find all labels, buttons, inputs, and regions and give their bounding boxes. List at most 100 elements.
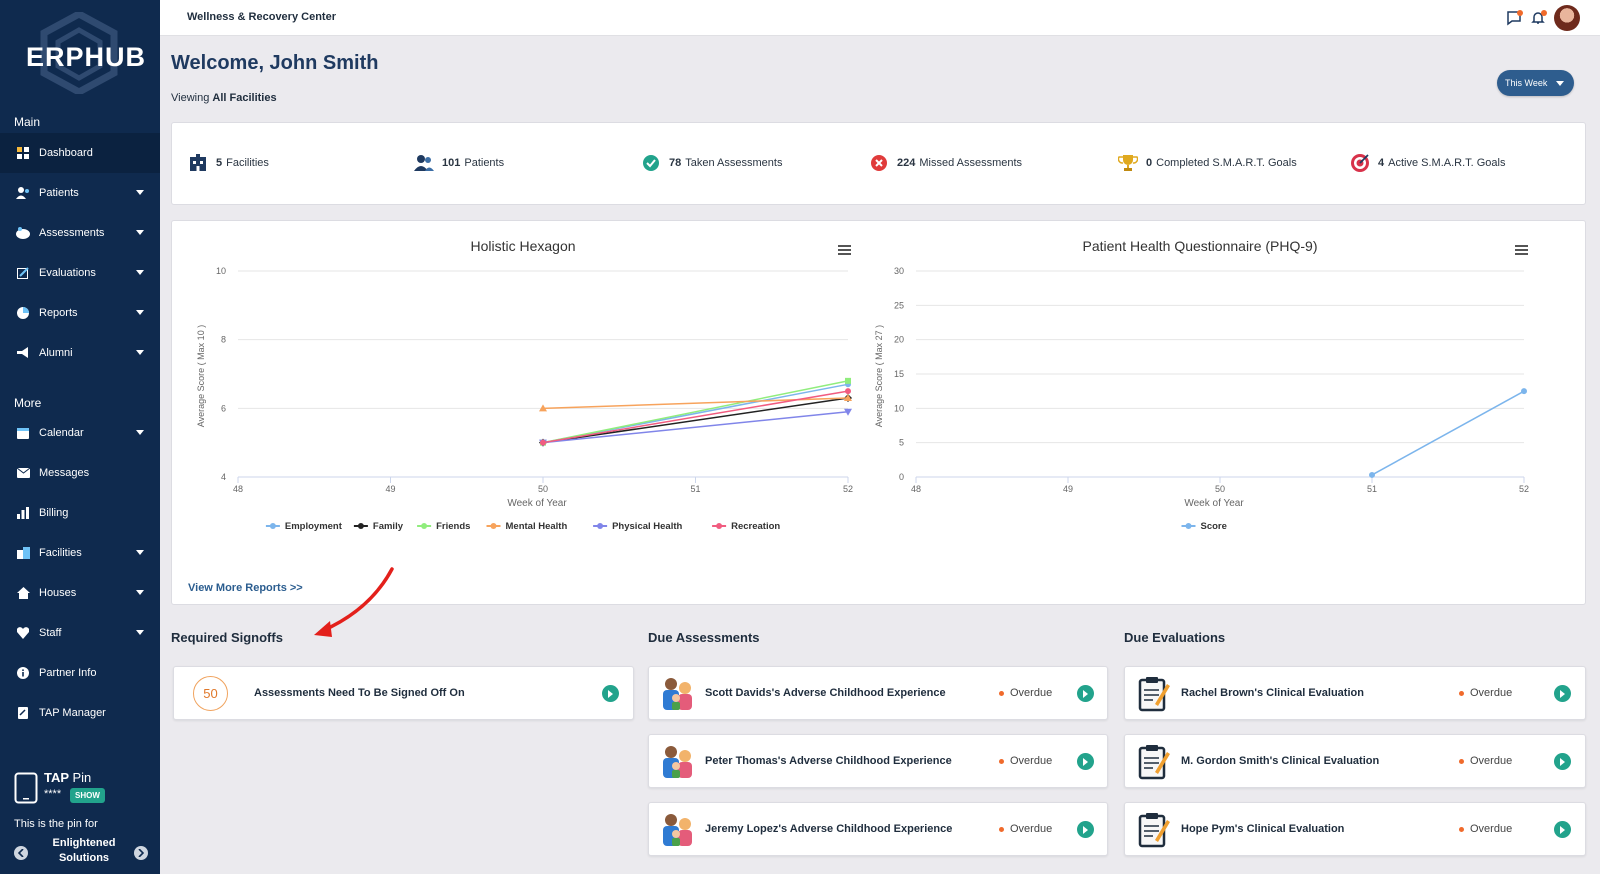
due-assessment-card[interactable]: Scott Davids's Adverse Childhood Experie… bbox=[648, 666, 1108, 720]
due-evaluation-card[interactable]: Hope Pym's Clinical Evaluation Overdue bbox=[1124, 802, 1586, 856]
stat-value: 101 bbox=[442, 157, 461, 169]
due-evaluation-card[interactable]: Rachel Brown's Clinical Evaluation Overd… bbox=[1124, 666, 1586, 720]
legend-marker bbox=[269, 523, 276, 529]
sidebar-item-calendar[interactable]: Calendar bbox=[0, 413, 160, 453]
due-assessment-card[interactable]: Peter Thomas's Adverse Childhood Experie… bbox=[648, 734, 1108, 788]
sidebar-item-houses[interactable]: Houses bbox=[0, 573, 160, 613]
annotation-arrow-icon bbox=[314, 567, 394, 637]
logo[interactable]: ERPHUB bbox=[22, 12, 145, 94]
stats-bar: 5 Facilities 101 Patients 78 Taken Assessme… bbox=[171, 122, 1586, 205]
sidebar: ERPHUB Main More Dashboard Patients Asse… bbox=[0, 0, 160, 874]
y-tick-label: 20 bbox=[894, 335, 904, 345]
chart-menu-icon-bar bbox=[1515, 245, 1528, 247]
due-evaluation-card[interactable]: M. Gordon Smith's Clinical Evaluation Ov… bbox=[1124, 734, 1586, 788]
x-tick-label: 51 bbox=[690, 484, 700, 494]
chart-menu-icon-bar bbox=[1515, 249, 1528, 251]
legend-marker bbox=[421, 523, 428, 529]
data-point bbox=[1369, 471, 1375, 478]
sidebar-item-billing[interactable]: Billing bbox=[0, 493, 160, 533]
arrow-right-icon[interactable] bbox=[1077, 821, 1094, 838]
due-assessment-text: Scott Davids's Adverse Childhood Experie… bbox=[705, 687, 946, 699]
stat-value: 224 bbox=[897, 157, 916, 169]
stat-value: 4 bbox=[1378, 157, 1385, 169]
sidebar-item-dashboard[interactable]: Dashboard bbox=[0, 133, 160, 173]
arrow-right-icon[interactable] bbox=[1554, 685, 1571, 702]
family-icon bbox=[663, 814, 692, 846]
check-circle-icon bbox=[641, 153, 661, 173]
y-tick-label: 10 bbox=[894, 403, 904, 413]
page-title: Welcome, John Smith bbox=[171, 52, 379, 74]
stat-label: Taken Assessments bbox=[685, 157, 783, 169]
view-more-reports-link[interactable]: View More Reports >> bbox=[188, 582, 303, 594]
target-icon bbox=[1350, 153, 1370, 173]
sidebar-item-reports[interactable]: Reports bbox=[0, 293, 160, 333]
sidebar-item-label: Assessments bbox=[39, 227, 105, 239]
chat-icon[interactable] bbox=[1506, 10, 1523, 26]
y-tick-label: 6 bbox=[221, 403, 226, 413]
sidebar-item-label: Dashboard bbox=[39, 147, 93, 159]
y-tick-label: 10 bbox=[216, 266, 226, 276]
sidebar-item-patients[interactable]: Patients bbox=[0, 173, 160, 213]
arrow-right-icon[interactable] bbox=[1077, 685, 1094, 702]
viewing-value[interactable]: All Facilities bbox=[212, 92, 276, 104]
chevron-down-icon bbox=[136, 590, 144, 595]
sidebar-item-label: Alumni bbox=[39, 347, 73, 359]
date-range-label: This Week bbox=[1505, 78, 1548, 88]
due-evaluation-text: Hope Pym's Clinical Evaluation bbox=[1181, 823, 1345, 835]
tap-title-text: TAP bbox=[44, 770, 69, 785]
chart-title: Patient Health Questionnaire (PHQ-9) bbox=[1083, 238, 1318, 254]
sidebar-item-facilities[interactable]: Facilities bbox=[0, 533, 160, 573]
y-axis-label: Average Score ( Max 27 ) bbox=[874, 325, 884, 427]
sidebar-item-alumni[interactable]: Alumni bbox=[0, 333, 160, 373]
tap-pin-word: Pin bbox=[72, 770, 92, 785]
legend-marker bbox=[716, 523, 723, 529]
sidebar-item-label: Billing bbox=[39, 507, 69, 519]
x-axis-label: Week of Year bbox=[1184, 498, 1244, 509]
bell-icon[interactable] bbox=[1530, 10, 1547, 26]
tap-manager-icon bbox=[16, 706, 30, 720]
chevron-down-icon bbox=[136, 350, 144, 355]
legend-label: Employment bbox=[285, 521, 343, 532]
houses-icon bbox=[16, 586, 30, 600]
legend-label: Mental Health bbox=[506, 521, 568, 532]
arrow-right-icon[interactable] bbox=[1554, 753, 1571, 770]
sidebar-item-staff[interactable]: Staff bbox=[0, 613, 160, 653]
x-tick-label: 49 bbox=[1063, 484, 1073, 494]
date-range-dropdown[interactable]: This Week bbox=[1497, 70, 1574, 96]
sidebar-item-label: Messages bbox=[39, 467, 90, 479]
legend-label: Friends bbox=[436, 521, 470, 532]
chevron-down-icon bbox=[136, 630, 144, 635]
arrow-right-icon[interactable] bbox=[1554, 821, 1571, 838]
sidebar-item-label: Staff bbox=[39, 627, 62, 639]
sidebar-item-evaluations[interactable]: Evaluations bbox=[0, 253, 160, 293]
billing-icon bbox=[16, 506, 30, 520]
sidebar-item-assessments[interactable]: Assessments bbox=[0, 213, 160, 253]
arrow-right-icon[interactable] bbox=[602, 685, 619, 702]
sidebar-item-label: Houses bbox=[39, 587, 77, 599]
stat-label: Active S.M.A.R.T. Goals bbox=[1388, 157, 1506, 169]
prev-org-button[interactable] bbox=[14, 846, 28, 860]
stat-active-goals: 4 Active S.M.A.R.T. Goals bbox=[1350, 153, 1506, 173]
stat-label: Completed S.M.A.R.T. Goals bbox=[1156, 157, 1297, 169]
overdue-status: Overdue bbox=[999, 755, 1052, 767]
due-evaluations-title: Due Evaluations bbox=[1124, 630, 1226, 645]
arrow-right-icon[interactable] bbox=[1077, 753, 1094, 770]
series-line bbox=[1371, 390, 1525, 476]
top-icons bbox=[1506, 5, 1580, 31]
data-point bbox=[1521, 388, 1527, 395]
sidebar-item-partner-info[interactable]: Partner Info bbox=[0, 653, 160, 693]
patients-icon bbox=[16, 186, 30, 200]
avatar[interactable] bbox=[1554, 5, 1580, 31]
signoffs-card[interactable]: 50 Assessments Need To Be Signed Off On bbox=[173, 666, 634, 720]
stat-patients: 101 Patients bbox=[414, 153, 504, 173]
due-assessment-card[interactable]: Jeremy Lopez's Adverse Childhood Experie… bbox=[648, 802, 1108, 856]
signoffs-text: Assessments Need To Be Signed Off On bbox=[254, 687, 465, 699]
overdue-status: Overdue bbox=[1459, 755, 1512, 767]
chart-menu-icon-bar bbox=[838, 253, 851, 255]
sidebar-item-messages[interactable]: Messages bbox=[0, 453, 160, 493]
next-org-button[interactable] bbox=[134, 846, 148, 860]
sidebar-item-tap-manager[interactable]: TAP Manager bbox=[0, 693, 160, 733]
show-pin-button[interactable]: SHOW bbox=[70, 788, 105, 803]
legend-label: Recreation bbox=[731, 521, 780, 532]
overdue-status: Overdue bbox=[1459, 823, 1512, 835]
